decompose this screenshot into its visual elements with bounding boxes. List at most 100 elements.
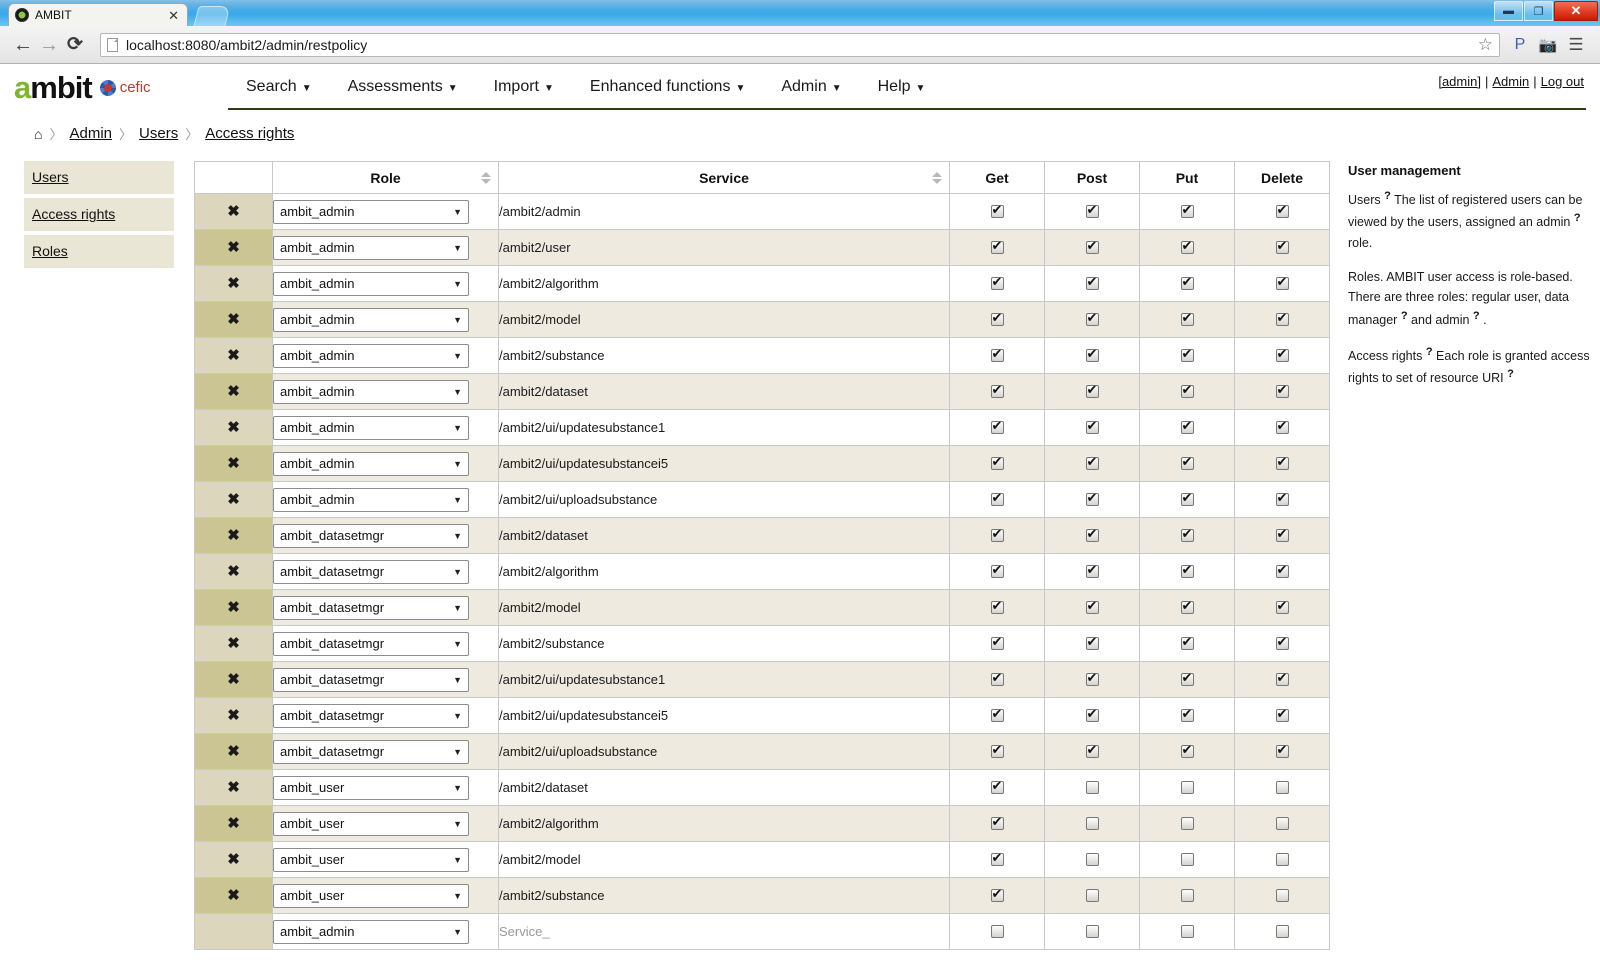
get-checkbox[interactable] (990, 707, 1004, 722)
role-select[interactable]: ambit_admin ▼ (273, 919, 469, 944)
current-user-label[interactable]: [admin] (1438, 74, 1481, 89)
delete-checkbox[interactable] (1275, 924, 1289, 938)
post-checkbox[interactable] (1085, 239, 1099, 254)
delete-checkbox[interactable] (1275, 419, 1289, 434)
help-question-icon[interactable]: ? (1401, 310, 1408, 322)
role-select[interactable]: ambit_admin ▼ (273, 271, 469, 296)
put-checkbox[interactable] (1180, 563, 1194, 578)
delete-row-icon[interactable]: ✖ (227, 563, 240, 580)
breadcrumb-item-users[interactable]: Users (139, 125, 178, 142)
delete-checkbox[interactable] (1275, 743, 1289, 758)
sidebar-item-roles[interactable]: Roles (24, 235, 174, 268)
help-question-icon[interactable]: ? (1426, 346, 1433, 358)
delete-checkbox[interactable] (1275, 239, 1289, 254)
put-checkbox[interactable] (1180, 455, 1194, 470)
delete-row-icon[interactable]: ✖ (227, 455, 240, 472)
put-checkbox[interactable] (1180, 888, 1194, 902)
delete-checkbox[interactable] (1275, 527, 1289, 542)
new-tab-button[interactable] (193, 6, 231, 26)
delete-row-icon[interactable]: ✖ (227, 887, 240, 904)
row-delete-cell[interactable]: ✖ (194, 733, 273, 770)
screenshot-camera-icon[interactable]: 📷 (1534, 36, 1562, 54)
put-checkbox[interactable] (1180, 347, 1194, 362)
delete-checkbox[interactable] (1275, 888, 1289, 902)
row-delete-cell[interactable]: ✖ (194, 193, 273, 230)
role-select[interactable]: ambit_datasetmgr ▼ (273, 631, 469, 656)
put-checkbox[interactable] (1180, 239, 1194, 254)
role-select[interactable]: ambit_user ▼ (273, 811, 469, 836)
service-cell[interactable]: /ambit2/model (498, 301, 950, 338)
post-checkbox[interactable] (1085, 635, 1099, 650)
service-cell[interactable]: /ambit2/model (498, 589, 950, 626)
row-delete-cell[interactable]: ✖ (194, 301, 273, 338)
put-checkbox[interactable] (1180, 743, 1194, 758)
role-select[interactable]: ambit_user ▼ (273, 883, 469, 908)
post-checkbox[interactable] (1085, 275, 1099, 290)
row-delete-cell[interactable]: ✖ (194, 553, 273, 590)
row-delete-cell[interactable]: ✖ (194, 841, 273, 878)
post-checkbox[interactable] (1085, 491, 1099, 506)
service-cell[interactable]: /ambit2/algorithm (498, 265, 950, 302)
get-checkbox[interactable] (990, 635, 1004, 650)
service-cell[interactable]: /ambit2/ui/updatesubstance1 (498, 409, 950, 446)
row-delete-cell[interactable]: ✖ (194, 877, 273, 914)
get-checkbox[interactable] (990, 815, 1004, 830)
delete-checkbox[interactable] (1275, 780, 1289, 794)
put-checkbox[interactable] (1180, 924, 1194, 938)
put-checkbox[interactable] (1180, 852, 1194, 866)
role-select[interactable]: ambit_admin ▼ (273, 199, 469, 224)
post-checkbox[interactable] (1085, 311, 1099, 326)
put-checkbox[interactable] (1180, 311, 1194, 326)
post-checkbox[interactable] (1085, 383, 1099, 398)
delete-checkbox[interactable] (1275, 311, 1289, 326)
address-bar[interactable]: localhost:8080/ambit2/admin/restpolicy ☆ (100, 32, 1500, 57)
get-checkbox[interactable] (990, 851, 1004, 866)
logout-link[interactable]: Log out (1541, 74, 1584, 89)
minimize-button[interactable]: ▬ (1494, 1, 1523, 21)
delete-row-icon[interactable]: ✖ (227, 347, 240, 364)
role-select[interactable]: ambit_datasetmgr ▼ (273, 739, 469, 764)
delete-row-icon[interactable]: ✖ (227, 419, 240, 436)
put-checkbox[interactable] (1180, 527, 1194, 542)
get-checkbox[interactable] (990, 455, 1004, 470)
sidebar-item-users[interactable]: Users (24, 161, 174, 194)
row-delete-cell[interactable]: ✖ (194, 445, 273, 482)
get-checkbox[interactable] (990, 779, 1004, 794)
post-checkbox[interactable] (1085, 563, 1099, 578)
service-cell[interactable]: /ambit2/algorithm (498, 805, 950, 842)
help-question-icon[interactable]: ? (1473, 310, 1480, 322)
sort-role-icon[interactable] (481, 171, 491, 184)
post-checkbox[interactable] (1085, 888, 1099, 902)
role-select[interactable]: ambit_admin ▼ (273, 379, 469, 404)
get-checkbox[interactable] (990, 491, 1004, 506)
role-select[interactable]: ambit_admin ▼ (273, 343, 469, 368)
get-checkbox[interactable] (990, 239, 1004, 254)
put-checkbox[interactable] (1180, 599, 1194, 614)
row-delete-cell[interactable]: ✖ (194, 697, 273, 734)
delete-row-icon[interactable]: ✖ (227, 203, 240, 220)
delete-row-icon[interactable]: ✖ (227, 815, 240, 832)
nav-item-admin[interactable]: Admin ▼ (763, 72, 859, 96)
put-checkbox[interactable] (1180, 275, 1194, 290)
role-select[interactable]: ambit_datasetmgr ▼ (273, 703, 469, 728)
post-checkbox[interactable] (1085, 816, 1099, 830)
get-checkbox[interactable] (990, 275, 1004, 290)
put-checkbox[interactable] (1180, 707, 1194, 722)
role-select[interactable]: ambit_datasetmgr ▼ (273, 595, 469, 620)
browser-menu-icon[interactable]: ☰ (1562, 35, 1590, 55)
extension-p-icon[interactable]: P (1506, 36, 1534, 54)
get-checkbox[interactable] (990, 347, 1004, 362)
delete-row-icon[interactable]: ✖ (227, 527, 240, 544)
role-select[interactable]: ambit_datasetmgr ▼ (273, 523, 469, 548)
get-checkbox[interactable] (990, 599, 1004, 614)
role-select[interactable]: ambit_datasetmgr ▼ (273, 667, 469, 692)
row-delete-cell[interactable]: ✖ (194, 481, 273, 518)
column-header-role[interactable]: Role (272, 161, 499, 194)
post-checkbox[interactable] (1085, 599, 1099, 614)
delete-checkbox[interactable] (1275, 275, 1289, 290)
delete-row-icon[interactable]: ✖ (227, 275, 240, 292)
service-cell[interactable]: /ambit2/dataset (498, 517, 950, 554)
get-checkbox[interactable] (990, 563, 1004, 578)
service-cell[interactable]: /ambit2/model (498, 841, 950, 878)
post-checkbox[interactable] (1085, 707, 1099, 722)
